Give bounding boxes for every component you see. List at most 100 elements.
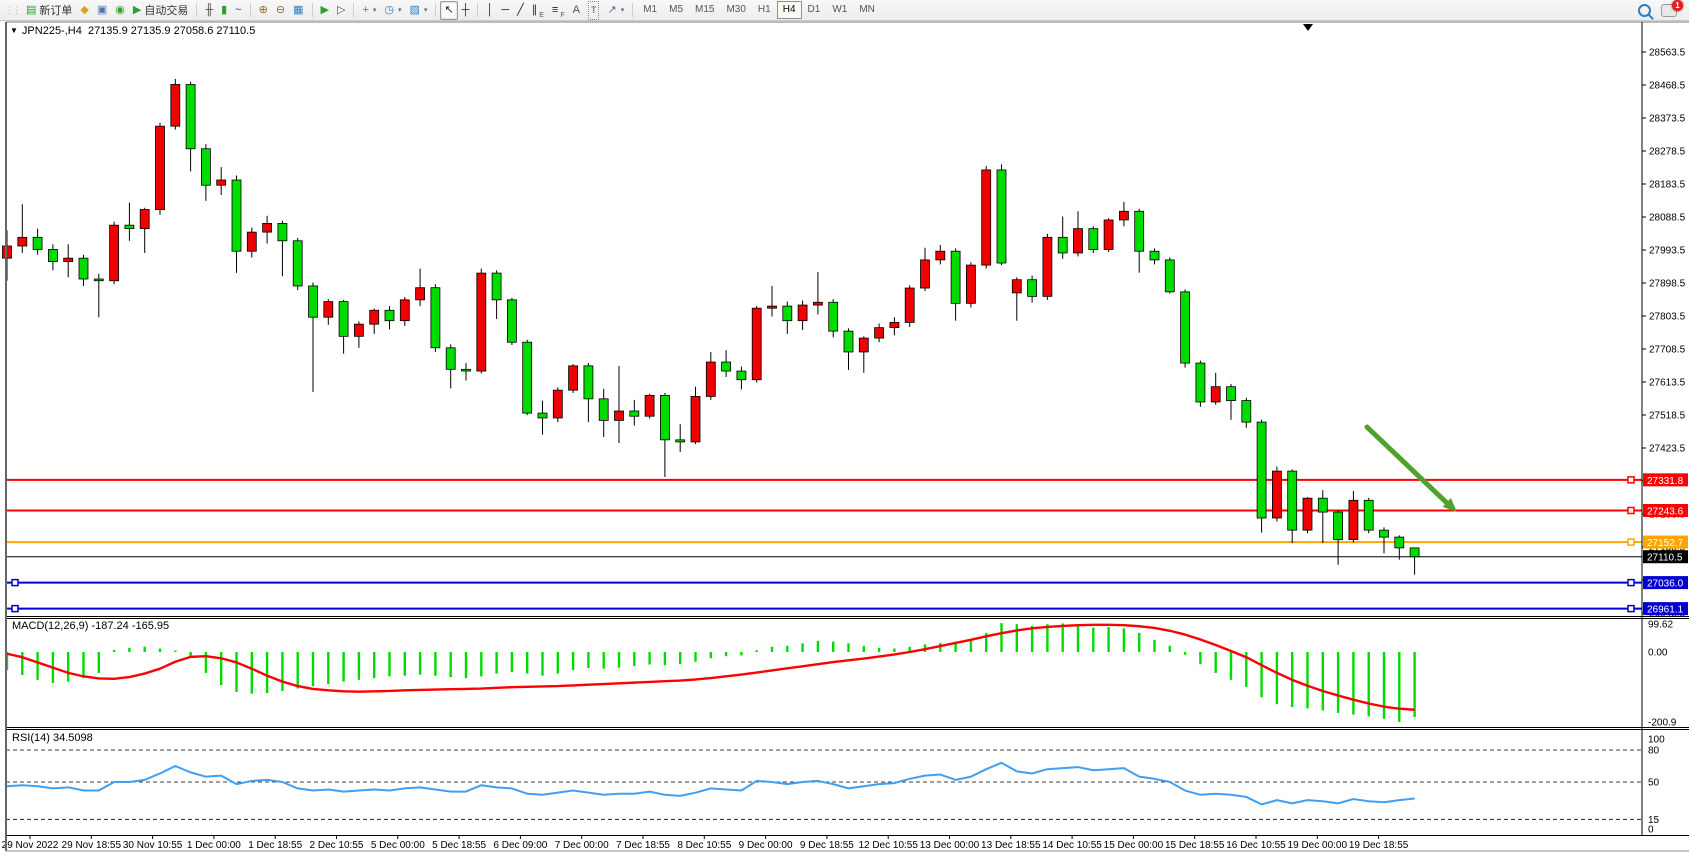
candle <box>615 411 624 420</box>
timeframe-w1[interactable]: W1 <box>826 1 853 19</box>
cursor-icon[interactable]: ↖ <box>440 1 457 20</box>
candle <box>339 302 348 337</box>
equidistant-channel-icon: ∥ <box>532 2 538 19</box>
candle <box>859 338 868 352</box>
arrows-icon[interactable]: ↗▾ <box>603 1 628 20</box>
candle <box>1058 237 1067 253</box>
candle <box>309 286 318 317</box>
macd-axis-label: 0.00 <box>1648 648 1668 659</box>
trendline-icon: ╱ <box>517 2 524 19</box>
trendline-icon[interactable]: ╱ <box>513 1 528 20</box>
arrows-icon-dropdown-icon[interactable]: ▾ <box>621 6 625 14</box>
zoom-in-icon[interactable]: ⊕ <box>255 1 272 20</box>
bar-chart-icon[interactable]: ╫ <box>201 1 217 20</box>
candle <box>94 279 103 281</box>
rsi-pane[interactable] <box>6 750 1642 819</box>
trend-arrow[interactable] <box>1367 427 1447 503</box>
toolbar-separator <box>632 3 633 17</box>
candle <box>1028 280 1037 297</box>
mql5-community-icon[interactable]: ◆ <box>76 1 92 20</box>
price-pane[interactable] <box>3 24 1643 612</box>
candlestick-chart-icon[interactable]: ▮ <box>217 1 231 20</box>
candle <box>936 251 945 260</box>
line-chart-icon[interactable]: ~ <box>231 1 245 20</box>
timeframe-h4[interactable]: H4 <box>777 1 802 19</box>
price-tick-label: 28088.5 <box>1649 213 1686 224</box>
candle <box>64 258 73 261</box>
macd-pane[interactable] <box>7 623 1415 722</box>
templates-button[interactable]: ▧▾ <box>406 1 432 20</box>
cursor-icon: ↖ <box>444 2 453 19</box>
periods-button[interactable]: ◷▾ <box>380 1 405 20</box>
timeframe-mn[interactable]: MN <box>853 1 881 19</box>
text-icon[interactable]: A <box>569 1 584 20</box>
line-handle[interactable] <box>1628 507 1634 513</box>
indicators-button-dropdown-icon[interactable]: ▾ <box>373 6 377 14</box>
candle <box>1043 237 1052 296</box>
timeframe-m30[interactable]: M30 <box>720 1 751 19</box>
price-tick-label: 28373.5 <box>1649 114 1686 125</box>
line-handle[interactable] <box>1628 477 1634 483</box>
timeframe-m15[interactable]: M15 <box>689 1 720 19</box>
date-label: 6 Dec 09:00 <box>493 840 547 851</box>
text-label-icon[interactable]: T <box>584 1 604 20</box>
metaeditor-icon[interactable]: ▣ <box>93 1 111 20</box>
candle <box>1257 422 1266 518</box>
signals-icon[interactable]: ◉ <box>111 1 129 20</box>
autoscroll-icon: ▶ <box>321 2 329 19</box>
mql5-community-icon: ◆ <box>80 2 88 19</box>
timeframe-h1[interactable]: H1 <box>752 1 777 19</box>
candle <box>110 225 119 281</box>
date-label: 16 Dec 10:55 <box>1226 840 1286 851</box>
candle <box>140 210 149 229</box>
toolbar-separator <box>250 3 251 17</box>
candle <box>263 223 272 232</box>
fibonacci-icon[interactable]: ≡F <box>548 1 569 20</box>
indicators-button[interactable]: +▾ <box>358 1 380 20</box>
line-handle[interactable] <box>1628 606 1634 612</box>
price-tag-label: 27036.0 <box>1647 579 1684 590</box>
timeframe-d1[interactable]: D1 <box>802 1 827 19</box>
search-icon[interactable] <box>1638 4 1651 17</box>
equidistant-channel-icon-sub: E <box>539 12 544 19</box>
new-order-button[interactable]: ▤新订单 <box>22 1 76 20</box>
price-tag-label: 26961.1 <box>1647 605 1684 616</box>
line-handle[interactable] <box>1628 539 1634 545</box>
tile-windows-icon[interactable]: ▦ <box>289 1 307 20</box>
timeframe-m1[interactable]: M1 <box>637 1 663 19</box>
metaeditor-icon: ▣ <box>97 2 107 19</box>
price-tick-label: 27803.5 <box>1649 312 1686 323</box>
templates-button-dropdown-icon[interactable]: ▾ <box>424 6 428 14</box>
line-handle[interactable] <box>12 580 18 586</box>
symbol-dropdown-icon[interactable]: ▼ <box>10 26 18 35</box>
vertical-line-icon[interactable]: │ <box>482 1 497 20</box>
equidistant-channel-icon[interactable]: ∥E <box>528 1 548 20</box>
candle <box>1227 387 1236 401</box>
notifications-icon[interactable]: 1 <box>1661 4 1677 17</box>
vertical-line-icon: │ <box>486 2 493 19</box>
autotrading-button[interactable]: ▶自动交易 <box>129 1 192 20</box>
timeframe-m5[interactable]: M5 <box>663 1 689 19</box>
line-handle[interactable] <box>1628 580 1634 586</box>
candle <box>1089 229 1098 250</box>
price-tick-label: 27898.5 <box>1649 279 1686 290</box>
horizontal-line-icon[interactable]: ─ <box>497 1 513 20</box>
candle <box>1012 280 1021 293</box>
macd-axis-label: 99.62 <box>1648 620 1673 631</box>
candle <box>1119 211 1128 220</box>
chart-canvas[interactable]: 28563.528468.528373.528278.528183.528088… <box>0 0 1689 858</box>
toolbar-grip[interactable]: ⋮⋮ <box>5 5 19 16</box>
zoom-out-icon[interactable]: ⊖ <box>272 1 289 20</box>
candle <box>1288 471 1297 530</box>
chart-shift-icon[interactable]: ▷ <box>333 1 349 20</box>
periods-button-dropdown-icon[interactable]: ▾ <box>398 6 402 14</box>
signals-icon: ◉ <box>115 2 125 19</box>
line-handle[interactable] <box>12 606 18 612</box>
candle <box>1196 363 1205 402</box>
autoscroll-icon[interactable]: ▶ <box>317 1 333 20</box>
candle <box>844 331 853 352</box>
symbol-ohlc-line[interactable]: ▼JPN225-,H4 27135.9 27135.9 27058.6 2711… <box>10 25 255 37</box>
bar-chart-icon: ╫ <box>205 2 213 19</box>
crosshair-icon[interactable]: ┼ <box>458 1 474 20</box>
price-tick-label: 28183.5 <box>1649 180 1686 191</box>
